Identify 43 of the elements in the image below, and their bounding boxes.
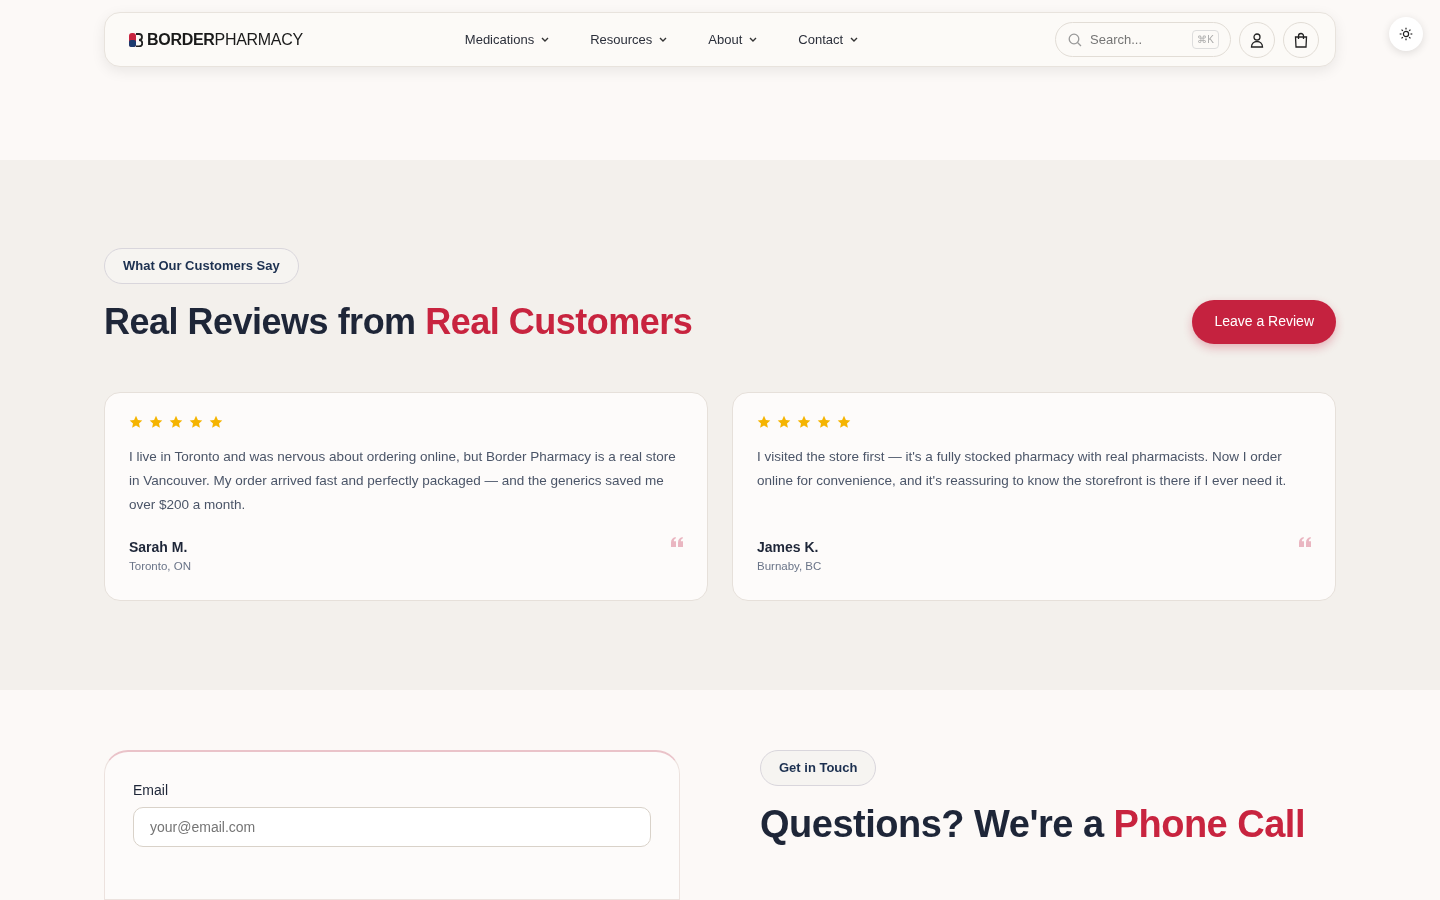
star-icon <box>837 414 851 429</box>
shortcut-hint: ⌘K <box>1192 30 1219 49</box>
reviewer-name: Sarah M. <box>129 538 189 558</box>
quote-icon <box>671 537 683 548</box>
nav-menu-item[interactable]: Medications <box>464 29 551 50</box>
section-heading: Real Reviews from Real Customers <box>104 299 693 344</box>
shopping-bag-icon <box>1293 31 1309 48</box>
email-input[interactable]: your@email.com <box>133 807 651 847</box>
sun-icon <box>1399 27 1413 41</box>
section-badge: Get in Touch <box>760 750 877 786</box>
theme-toggle-button[interactable] <box>1389 17 1423 51</box>
chevron-down-icon <box>748 35 759 44</box>
field-label: Email <box>133 781 169 800</box>
section-heading: Questions? We're a Phone Call <box>760 801 1305 847</box>
user-icon <box>1249 31 1265 48</box>
nav-menu-item[interactable]: Contact <box>798 29 860 50</box>
star-icon <box>169 414 183 429</box>
star-icon <box>149 414 163 429</box>
section-badge: What Our Customers Say <box>104 248 299 284</box>
logo[interactable]: BORDERPHARMACY <box>129 27 303 52</box>
logo-icon <box>129 32 143 47</box>
cart-button[interactable] <box>1283 21 1319 58</box>
star-icon <box>129 414 143 429</box>
review-text: I live in Toronto and was nervous about ordering online, but Border Pharmacy is a real store in Vancouver. My order arrived fast and perfectly packaged — and the generics saved me over $200 a month. <box>129 447 677 514</box>
star-icon <box>757 414 771 429</box>
review-text: I visited the store first — it's a fully stocked pharmacy with real pharmacists. Now I order online for convenience, and it's reassuring to know the storefront is there if I ever need it. <box>757 447 1288 490</box>
account-button[interactable] <box>1239 21 1275 58</box>
quote-icon <box>1299 537 1311 548</box>
chevron-down-icon <box>540 35 551 44</box>
star-icon <box>209 414 223 429</box>
star-icon <box>817 414 831 429</box>
reviewer-location: Burnaby, BC <box>757 559 822 575</box>
chevron-down-icon <box>658 35 669 44</box>
reviewer-location: Toronto, ON <box>129 559 191 575</box>
star-icon <box>189 414 203 429</box>
star-icon <box>797 414 811 429</box>
star-icon <box>777 414 791 429</box>
leave-review-button[interactable]: Leave a Review <box>1192 299 1336 344</box>
nav-menu-item[interactable]: About <box>708 29 759 50</box>
reviewer-name: James K. <box>757 538 820 558</box>
chevron-down-icon <box>849 35 860 44</box>
search-icon <box>1068 33 1082 47</box>
nav-menu-item[interactable]: Resources <box>590 29 669 50</box>
